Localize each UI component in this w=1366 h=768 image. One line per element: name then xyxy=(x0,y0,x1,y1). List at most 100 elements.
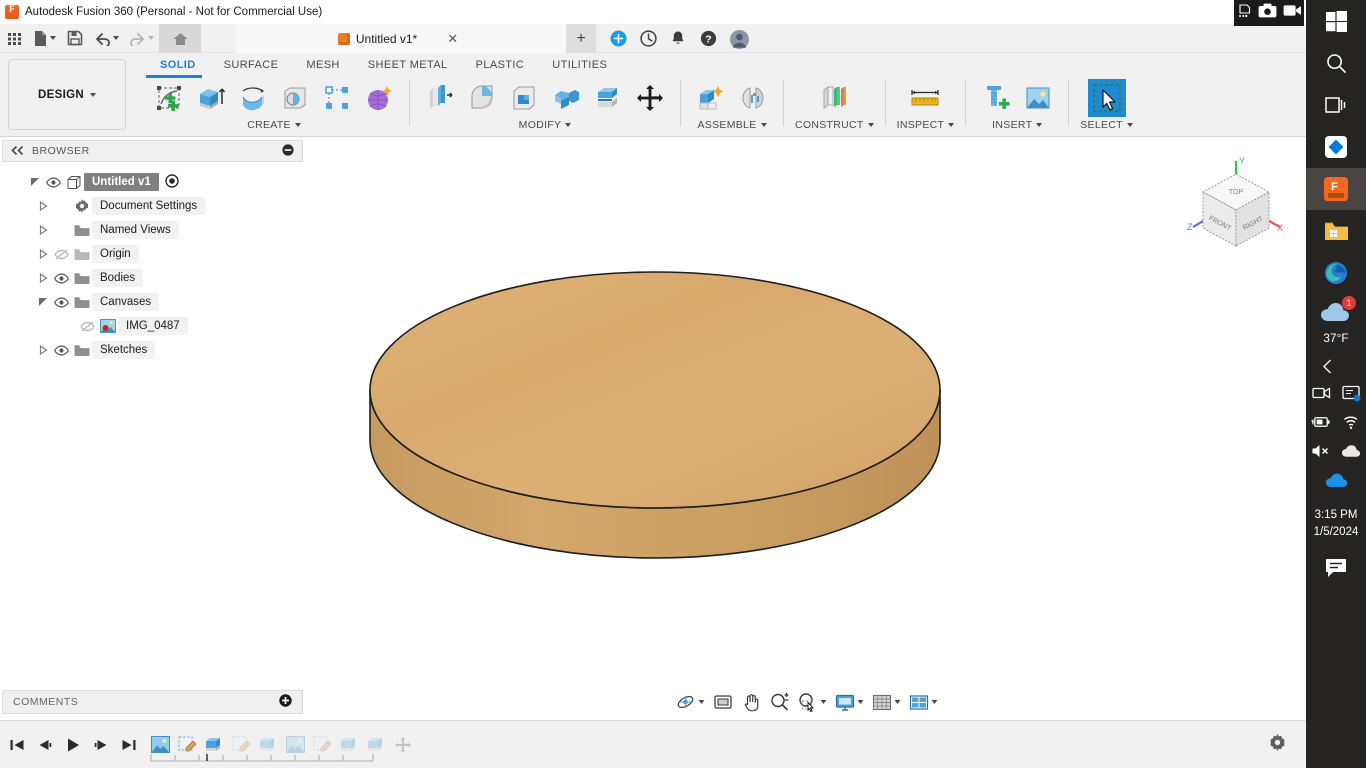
zoom-button[interactable] xyxy=(766,689,792,715)
timeline-feature-extrude-1[interactable] xyxy=(204,735,224,755)
panel-label-assemble[interactable]: ASSEMBLE xyxy=(697,119,756,131)
go-to-beginning-button[interactable] xyxy=(8,734,26,756)
display-tray-icon[interactable] xyxy=(1341,383,1361,403)
viewport-canvas[interactable]: Y X Z TOP FRONT RIGHT xyxy=(305,137,1306,720)
select-tool[interactable] xyxy=(1087,79,1126,117)
camera-tray-icon[interactable] xyxy=(1311,383,1331,403)
camera-icon[interactable] xyxy=(1258,3,1277,23)
panel-label-insert[interactable]: INSERT xyxy=(992,119,1032,131)
tree-item-img-0487[interactable]: IMG_0487 xyxy=(0,314,305,338)
rectangular-pattern-tool[interactable] xyxy=(318,79,356,117)
pan-button[interactable] xyxy=(738,689,764,715)
ribbon-tab-sheet-metal[interactable]: SHEET METAL xyxy=(354,55,462,75)
tree-item-canvases[interactable]: Canvases xyxy=(0,290,305,314)
visibility-eye-icon[interactable] xyxy=(50,344,72,356)
visibility-hidden-eye-icon[interactable] xyxy=(76,320,98,332)
timeline-feature-extrude-4[interactable] xyxy=(366,735,386,755)
screen-recorder-overlay[interactable] xyxy=(1234,0,1304,26)
timeline-feature-canvas-2[interactable] xyxy=(285,735,305,755)
panel-label-construct[interactable]: CONSTRUCT xyxy=(795,119,864,131)
viewports-button[interactable] xyxy=(905,689,940,715)
document-tab[interactable]: Untitled v1* ✕ xyxy=(236,24,566,53)
tree-item-origin[interactable]: Origin xyxy=(0,242,305,266)
visibility-eye-icon[interactable] xyxy=(50,296,72,308)
panel-label-modify[interactable]: MODIFY xyxy=(519,119,562,131)
visibility-eye-icon[interactable] xyxy=(50,272,72,284)
taskbar-clock[interactable]: 3:15 PM 1/5/2024 xyxy=(1314,507,1359,541)
wifi-tray-icon[interactable] xyxy=(1341,412,1361,432)
construction-plane-tool[interactable] xyxy=(815,79,853,117)
tree-item-bodies[interactable]: Bodies xyxy=(0,266,305,290)
visibility-eye-icon[interactable] xyxy=(42,176,64,188)
step-back-button[interactable] xyxy=(36,734,54,756)
onedrive-cloud-tray-icon[interactable] xyxy=(1341,441,1361,461)
ribbon-tab-plastic[interactable]: PLASTIC xyxy=(462,55,539,75)
display-settings-button[interactable] xyxy=(831,689,866,715)
extension-manager-icon[interactable] xyxy=(610,30,628,48)
shell-tool[interactable] xyxy=(505,79,543,117)
panel-label-create[interactable]: CREATE xyxy=(247,119,291,131)
app-grid-button[interactable] xyxy=(0,24,28,53)
collapsed-arrow-icon[interactable] xyxy=(36,345,50,355)
new-file-button[interactable] xyxy=(28,24,61,53)
video-camera-icon[interactable] xyxy=(1283,4,1302,22)
ribbon-tab-solid[interactable]: SOLID xyxy=(146,55,210,75)
fillet-tool[interactable] xyxy=(463,79,501,117)
timeline-feature-extrude-2[interactable] xyxy=(258,735,278,755)
timeline-feature-sketch-3[interactable] xyxy=(312,735,332,755)
tree-item-untitled-v1[interactable]: Untitled v1 xyxy=(0,170,305,194)
timeline-feature-sketch-1[interactable] xyxy=(177,735,197,755)
extrude-tool[interactable] xyxy=(192,79,230,117)
onedrive-tray-icon[interactable] xyxy=(1325,473,1348,493)
press-pull-tool[interactable] xyxy=(421,79,459,117)
file-explorer-button[interactable] xyxy=(1306,210,1366,252)
action-center-button[interactable] xyxy=(1324,557,1348,584)
tree-item-document-settings[interactable]: Document Settings xyxy=(0,194,305,218)
more-dots-icon[interactable] xyxy=(1237,3,1252,23)
split-face-tool[interactable] xyxy=(589,79,627,117)
widgets-button[interactable] xyxy=(1306,126,1366,168)
grid-snaps-button[interactable] xyxy=(868,689,903,715)
comments-panel[interactable]: COMMENTS xyxy=(2,690,303,714)
go-to-end-button[interactable] xyxy=(120,734,138,756)
tree-item-sketches[interactable]: Sketches xyxy=(0,338,305,362)
joint-tool[interactable] xyxy=(734,79,772,117)
new-tab-button[interactable]: + xyxy=(566,24,596,53)
ribbon-tab-mesh[interactable]: MESH xyxy=(292,55,353,75)
collapsed-arrow-icon[interactable] xyxy=(36,201,50,211)
expanded-arrow-icon[interactable] xyxy=(28,177,42,187)
volume-tray-icon[interactable] xyxy=(1311,441,1331,461)
timeline-feature-move[interactable] xyxy=(393,735,413,755)
weather-widget[interactable]: 1 37°F xyxy=(1319,296,1356,345)
timeline-feature-extrude-3[interactable] xyxy=(339,735,359,755)
minus-circle-icon[interactable] xyxy=(282,143,294,159)
collapsed-arrow-icon[interactable] xyxy=(36,225,50,235)
search-button[interactable] xyxy=(1306,42,1366,84)
new-component-tool[interactable] xyxy=(692,79,730,117)
chevron-left-icon[interactable] xyxy=(1306,359,1333,377)
edge-button[interactable] xyxy=(1306,252,1366,294)
play-button[interactable] xyxy=(64,734,82,756)
plus-circle-icon[interactable] xyxy=(279,694,292,710)
task-view-button[interactable] xyxy=(1306,84,1366,126)
ribbon-tab-surface[interactable]: SURFACE xyxy=(210,55,293,75)
battery-tray-icon[interactable] xyxy=(1311,412,1331,432)
view-cube[interactable]: Y X Z TOP FRONT RIGHT xyxy=(1184,155,1288,259)
insert-mcmaster-tool[interactable] xyxy=(977,79,1015,117)
combine-tool[interactable] xyxy=(547,79,585,117)
create-sketch-tool[interactable] xyxy=(150,79,188,117)
timeline-feature-canvas[interactable] xyxy=(150,735,170,755)
orbit-button[interactable] xyxy=(671,689,707,715)
home-button[interactable] xyxy=(159,23,201,53)
save-button[interactable] xyxy=(61,24,89,53)
close-icon[interactable]: ✕ xyxy=(441,31,464,47)
form-tool[interactable] xyxy=(360,79,398,117)
collapsed-arrow-icon[interactable] xyxy=(36,249,50,259)
start-button[interactable] xyxy=(1306,0,1366,42)
undo-button[interactable] xyxy=(89,24,124,53)
zoom-window-button[interactable] xyxy=(794,689,829,715)
job-status-icon[interactable] xyxy=(640,29,658,48)
look-at-button[interactable] xyxy=(709,689,736,715)
revolve-tool[interactable] xyxy=(234,79,272,117)
insert-canvas-tool[interactable] xyxy=(1019,79,1057,117)
